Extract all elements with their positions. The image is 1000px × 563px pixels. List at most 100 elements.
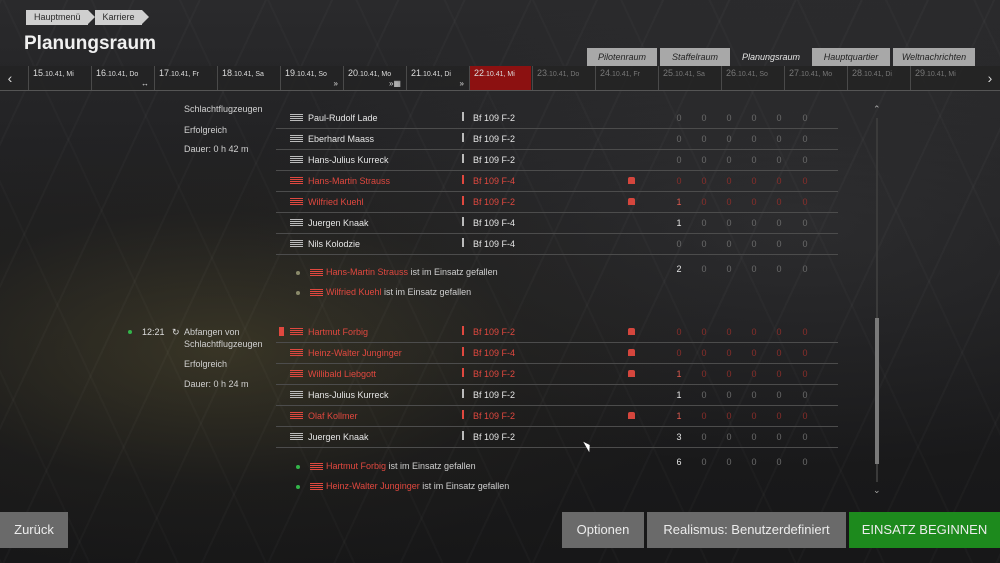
day-label: 28.10.41, Di: [852, 68, 892, 78]
stat-cell: 0: [776, 176, 782, 186]
pilot-name[interactable]: Paul-Rudolf Lade: [308, 113, 378, 123]
options-button[interactable]: Optionen: [562, 512, 644, 548]
timeline-day-21[interactable]: 21.10.41, Di »: [406, 66, 468, 90]
stat-cell: 0: [776, 348, 782, 358]
pilot-row[interactable]: Hans-Martin Strauss Bf 109 F-4 0 0 0 0 0 0: [276, 171, 838, 192]
breadcrumb-main-menu[interactable]: Hauptmenü: [26, 10, 95, 25]
aircraft-icon: [462, 112, 464, 121]
pilot-row[interactable]: Juergen Knaak Bf 109 F-2 3 0 0 0 0 0: [276, 427, 838, 448]
tab-world-news[interactable]: Weltnachrichten: [893, 48, 975, 66]
chevron-right-icon[interactable]: ›: [980, 66, 1000, 90]
day-marker-icon: ↔: [141, 79, 149, 88]
timeline-day-18[interactable]: 18.10.41, Sa: [217, 66, 279, 90]
pilot-row[interactable]: Wilfried Kuehl Bf 109 F-2 1 0 0 0 0 0: [276, 192, 838, 213]
pilot-name[interactable]: Wilfried Kuehl: [308, 197, 364, 207]
pilot-name[interactable]: Hans-Julius Kurreck: [308, 155, 389, 165]
pilot-row[interactable]: Nils Kolodzie Bf 109 F-4 0 0 0 0 0 0: [276, 234, 838, 255]
timeline-day-29[interactable]: 29.10.41, Mi: [910, 66, 972, 90]
day-label: 25.10.41, Sa: [663, 68, 705, 78]
timeline-day-20[interactable]: 20.10.41, Mo »▦: [343, 66, 405, 90]
breadcrumb-career[interactable]: Karriere: [94, 10, 149, 25]
timeline-day-22[interactable]: 22.10.41, Mi: [469, 66, 531, 90]
stat-cell: 0: [726, 113, 732, 123]
pilot-row[interactable]: Hartmut Forbig Bf 109 F-2 0 0 0 0 0 0: [276, 322, 838, 343]
stat-cell: 0: [776, 239, 782, 249]
pilot-row[interactable]: Paul-Rudolf Lade Bf 109 F-2 0 0 0 0 0 0: [276, 108, 838, 129]
stat-cell: 0: [726, 176, 732, 186]
timeline-day-16[interactable]: 16.10.41, Do ↔: [91, 66, 153, 90]
pilot-row[interactable]: Heinz-Walter Junginger Bf 109 F-4 0 0 0 0 0 0: [276, 343, 838, 364]
fallen-pilot-name[interactable]: Hartmut Forbig: [326, 461, 386, 471]
chevron-left-icon[interactable]: ‹: [0, 66, 20, 90]
pilot-name[interactable]: Hans-Martin Strauss: [308, 176, 390, 186]
tab-planning-room[interactable]: Planungsraum: [733, 48, 809, 66]
stat-cell: 0: [751, 327, 757, 337]
stat-cell: 0: [802, 369, 808, 379]
timeline-day-23[interactable]: 23.10.41, Do: [532, 66, 594, 90]
stat-cell: 0: [751, 134, 757, 144]
scroll-up-icon[interactable]: ⌃: [873, 104, 881, 115]
timeline-day-27[interactable]: 27.10.41, Mo: [784, 66, 846, 90]
start-mission-button[interactable]: EINSATZ BEGINNEN: [849, 512, 1000, 548]
timeline-day-15[interactable]: 15.10.41, Mi: [28, 66, 90, 90]
pilot-name[interactable]: Heinz-Walter Junginger: [308, 348, 402, 358]
timeline-day-25[interactable]: 25.10.41, Sa: [658, 66, 720, 90]
pilot-row[interactable]: Hans-Julius Kurreck Bf 109 F-2 1 0 0 0 0 0: [276, 385, 838, 406]
mission-2-time: 12:21: [142, 327, 165, 337]
fallen-pilot-name[interactable]: Heinz-Walter Junginger: [326, 481, 420, 491]
timeline-day-19[interactable]: 19.10.41, So »: [280, 66, 342, 90]
tab-headquarters[interactable]: Hauptquartier: [812, 48, 890, 66]
stat-cell: 0: [751, 239, 757, 249]
pilot-row[interactable]: Olaf Kollmer Bf 109 F-2 1 0 0 0 0 0: [276, 406, 838, 427]
stat-cell: 1: [676, 411, 682, 421]
fallen-pilot-name[interactable]: Wilfried Kuehl: [326, 287, 382, 297]
scrollbar[interactable]: ⌃ ⌄: [873, 104, 881, 496]
stat-cell: 0: [676, 239, 682, 249]
timeline-day-17[interactable]: 17.10.41, Fr: [154, 66, 216, 90]
pilot-name[interactable]: Willibald Liebgott: [308, 369, 376, 379]
mission-1-result: Erfolgreich: [184, 125, 228, 135]
mission-type-icon: ↻: [172, 327, 180, 337]
mission-2-result: Erfolgreich: [184, 359, 228, 369]
rank-insignia-icon: [290, 198, 303, 205]
aircraft-icon: [462, 217, 464, 226]
total-cell: 0: [776, 264, 782, 274]
stat-cell: 0: [751, 197, 757, 207]
stat-cell: 0: [751, 218, 757, 228]
pilot-row[interactable]: Juergen Knaak Bf 109 F-4 1 0 0 0 0 0: [276, 213, 838, 234]
pilot-row[interactable]: Willibald Liebgott Bf 109 F-2 1 0 0 0 0 0: [276, 364, 838, 385]
pilot-name[interactable]: Hans-Julius Kurreck: [308, 390, 389, 400]
timeline-day-28[interactable]: 28.10.41, Di: [847, 66, 909, 90]
aircraft-icon: [462, 431, 464, 440]
tab-pilot-room[interactable]: Pilotenraum: [587, 48, 657, 66]
stat-cell: 0: [802, 113, 808, 123]
aircraft-icon: [462, 368, 464, 377]
pilot-row[interactable]: Hans-Julius Kurreck Bf 109 F-2 0 0 0 0 0 0: [276, 150, 838, 171]
realism-button[interactable]: Realismus: Benutzerdefiniert: [647, 512, 846, 548]
notice-dot: [296, 271, 300, 275]
stat-cell: 0: [701, 411, 707, 421]
pilot-row[interactable]: Eberhard Maass Bf 109 F-2 0 0 0 0 0 0: [276, 129, 838, 150]
stat-cell: 0: [726, 348, 732, 358]
scroll-down-icon[interactable]: ⌄: [873, 485, 881, 496]
pilot-name[interactable]: Nils Kolodzie: [308, 239, 360, 249]
pilot-name[interactable]: Juergen Knaak: [308, 218, 369, 228]
scroll-thumb[interactable]: [875, 318, 879, 464]
timeline-day-24[interactable]: 24.10.41, Fr: [595, 66, 657, 90]
pilot-name[interactable]: Hartmut Forbig: [308, 327, 368, 337]
pilot-name[interactable]: Eberhard Maass: [308, 134, 374, 144]
stat-cell: 0: [676, 155, 682, 165]
timeline-day-26[interactable]: 26.10.41, So: [721, 66, 783, 90]
tab-squadron-room[interactable]: Staffelraum: [660, 48, 730, 66]
stat-cell: 0: [776, 390, 782, 400]
day-label: 22.10.41, Mi: [474, 68, 515, 78]
stat-cell: 0: [751, 432, 757, 442]
pilot-name[interactable]: Olaf Kollmer: [308, 411, 358, 421]
back-button[interactable]: Zurück: [0, 512, 68, 548]
aircraft-type: Bf 109 F-2: [473, 390, 516, 400]
stat-cell: 0: [802, 327, 808, 337]
pilot-name[interactable]: Juergen Knaak: [308, 432, 369, 442]
aircraft-type: Bf 109 F-4: [473, 218, 516, 228]
day-label: 24.10.41, Fr: [600, 68, 640, 78]
fallen-pilot-name[interactable]: Hans-Martin Strauss: [326, 267, 408, 277]
